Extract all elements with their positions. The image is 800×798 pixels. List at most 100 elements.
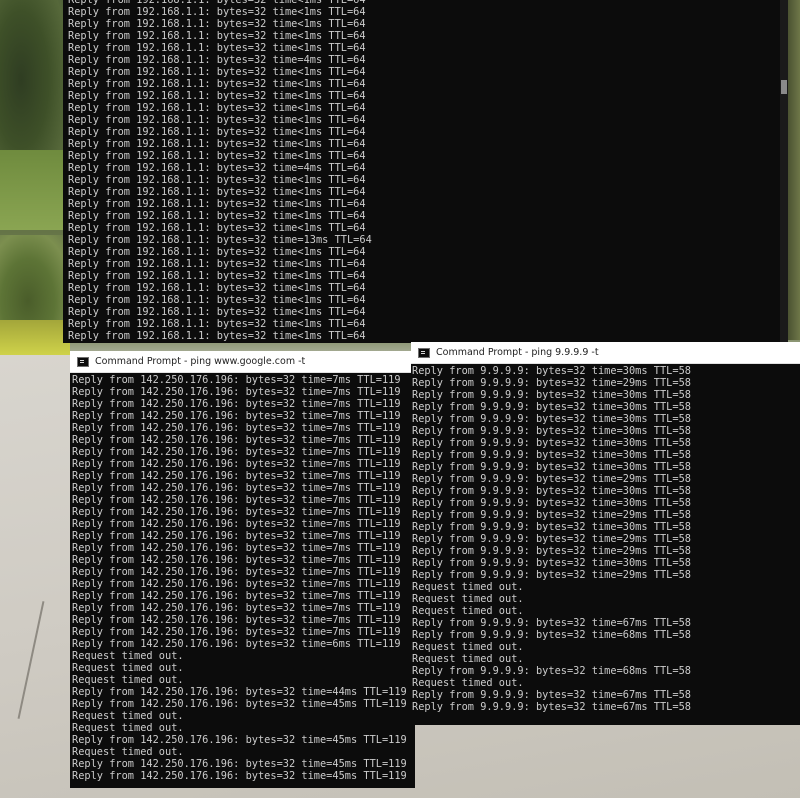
quad9-ping-title: Command Prompt - ping 9.9.9.9 -t <box>436 347 599 358</box>
console-line: Reply from 142.250.176.196: bytes=32 tim… <box>72 638 401 650</box>
console-line: Reply from 192.168.1.1: bytes=32 time<1m… <box>68 18 366 30</box>
console-line: Reply from 192.168.1.1: bytes=32 time<1m… <box>68 186 366 198</box>
console-line: Reply from 192.168.1.1: bytes=32 time<1m… <box>68 126 366 138</box>
console-line: Reply from 142.250.176.196: bytes=32 tim… <box>72 578 401 590</box>
console-line: Reply from 142.250.176.196: bytes=32 tim… <box>72 530 401 542</box>
console-line: Reply from 192.168.1.1: bytes=32 time<1m… <box>68 258 366 270</box>
console-line: Reply from 142.250.176.196: bytes=32 tim… <box>72 686 407 698</box>
console-line: Reply from 9.9.9.9: bytes=32 time=30ms T… <box>412 401 691 413</box>
console-line: Reply from 192.168.1.1: bytes=32 time<1m… <box>68 198 366 210</box>
console-line: Reply from 9.9.9.9: bytes=32 time=30ms T… <box>412 389 691 401</box>
console-line: Reply from 142.250.176.196: bytes=32 tim… <box>72 734 407 746</box>
console-line: Reply from 142.250.176.196: bytes=32 tim… <box>72 410 401 422</box>
console-line: Reply from 9.9.9.9: bytes=32 time=29ms T… <box>412 377 691 389</box>
quad9-ping-window[interactable]: Command Prompt - ping 9.9.9.9 -t Reply f… <box>411 342 800 725</box>
console-line: Reply from 192.168.1.1: bytes=32 time<1m… <box>68 138 366 150</box>
console-line: Reply from 192.168.1.1: bytes=32 time<1m… <box>68 294 366 306</box>
console-line: Reply from 142.250.176.196: bytes=32 tim… <box>72 566 401 578</box>
console-line: Reply from 9.9.9.9: bytes=32 time=30ms T… <box>412 365 691 377</box>
console-line: Request timed out. <box>72 674 184 686</box>
quad9-ping-output: Reply from 9.9.9.9: bytes=32 time=30ms T… <box>412 365 800 713</box>
console-line: Reply from 192.168.1.1: bytes=32 time<1m… <box>68 318 366 330</box>
console-line: Reply from 9.9.9.9: bytes=32 time=30ms T… <box>412 449 691 461</box>
console-line: Reply from 9.9.9.9: bytes=32 time=30ms T… <box>412 521 691 533</box>
console-line: Request timed out. <box>72 662 184 674</box>
console-line: Reply from 192.168.1.1: bytes=32 time<1m… <box>68 282 366 294</box>
console-line: Reply from 192.168.1.1: bytes=32 time<1m… <box>68 114 366 126</box>
console-line: Request timed out. <box>72 650 184 662</box>
console-line: Reply from 9.9.9.9: bytes=32 time=30ms T… <box>412 461 691 473</box>
console-line: Reply from 142.250.176.196: bytes=32 tim… <box>72 458 401 470</box>
console-line: Reply from 192.168.1.1: bytes=32 time<1m… <box>68 246 366 258</box>
wallpaper-right-edge <box>788 0 800 340</box>
console-line: Reply from 192.168.1.1: bytes=32 time=4m… <box>68 54 366 66</box>
console-line: Reply from 192.168.1.1: bytes=32 time=13… <box>68 234 372 246</box>
console-line: Reply from 192.168.1.1: bytes=32 time<1m… <box>68 222 366 234</box>
console-line: Reply from 9.9.9.9: bytes=32 time=29ms T… <box>412 533 691 545</box>
console-line: Request timed out. <box>412 605 524 617</box>
console-line: Reply from 142.250.176.196: bytes=32 tim… <box>72 446 401 458</box>
quad9-ping-body[interactable]: Reply from 9.9.9.9: bytes=32 time=30ms T… <box>411 364 800 725</box>
console-line: Reply from 192.168.1.1: bytes=32 time<1m… <box>68 174 366 186</box>
console-line: Request timed out. <box>412 653 524 665</box>
console-line: Reply from 9.9.9.9: bytes=32 time=68ms T… <box>412 629 691 641</box>
console-line: Reply from 142.250.176.196: bytes=32 tim… <box>72 542 401 554</box>
console-line: Reply from 9.9.9.9: bytes=32 time=29ms T… <box>412 545 691 557</box>
router-ping-output: Reply from 192.168.1.1: bytes=32 time<1m… <box>68 0 788 342</box>
console-line: Reply from 142.250.176.196: bytes=32 tim… <box>72 422 401 434</box>
console-line: Reply from 142.250.176.196: bytes=32 tim… <box>72 374 401 386</box>
console-line: Reply from 142.250.176.196: bytes=32 tim… <box>72 434 401 446</box>
console-line: Reply from 142.250.176.196: bytes=32 tim… <box>72 518 401 530</box>
router-ping-scrollbar-thumb[interactable] <box>781 80 787 94</box>
console-line: Reply from 142.250.176.196: bytes=32 tim… <box>72 590 401 602</box>
console-line: Reply from 142.250.176.196: bytes=32 tim… <box>72 470 401 482</box>
console-line: Reply from 142.250.176.196: bytes=32 tim… <box>72 482 401 494</box>
console-line: Reply from 9.9.9.9: bytes=32 time=67ms T… <box>412 689 691 701</box>
quad9-ping-titlebar[interactable]: Command Prompt - ping 9.9.9.9 -t <box>411 342 800 364</box>
wallpaper-flowers <box>0 320 70 355</box>
console-line: Request timed out. <box>412 581 524 593</box>
console-line: Reply from 192.168.1.1: bytes=32 time<1m… <box>68 78 366 90</box>
console-line: Reply from 142.250.176.196: bytes=32 tim… <box>72 698 407 710</box>
console-line: Reply from 192.168.1.1: bytes=32 time<1m… <box>68 270 366 282</box>
console-line: Request timed out. <box>72 710 184 722</box>
router-ping-scrollbar[interactable] <box>780 0 788 343</box>
console-line: Reply from 9.9.9.9: bytes=32 time=30ms T… <box>412 425 691 437</box>
console-line: Reply from 192.168.1.1: bytes=32 time<1m… <box>68 306 366 318</box>
console-line: Reply from 9.9.9.9: bytes=32 time=29ms T… <box>412 509 691 521</box>
console-line: Reply from 9.9.9.9: bytes=32 time=30ms T… <box>412 557 691 569</box>
google-ping-output: Reply from 142.250.176.196: bytes=32 tim… <box>72 374 415 782</box>
console-line: Reply from 142.250.176.196: bytes=32 tim… <box>72 386 401 398</box>
console-line: Reply from 192.168.1.1: bytes=32 time<1m… <box>68 330 366 342</box>
console-line: Reply from 9.9.9.9: bytes=32 time=67ms T… <box>412 701 691 713</box>
console-line: Reply from 192.168.1.1: bytes=32 time<1m… <box>68 66 366 78</box>
console-line: Reply from 142.250.176.196: bytes=32 tim… <box>72 506 401 518</box>
console-line: Reply from 142.250.176.196: bytes=32 tim… <box>72 494 401 506</box>
console-line: Reply from 9.9.9.9: bytes=32 time=30ms T… <box>412 413 691 425</box>
command-prompt-icon <box>77 356 89 367</box>
command-prompt-icon <box>418 347 430 358</box>
console-line: Reply from 9.9.9.9: bytes=32 time=30ms T… <box>412 497 691 509</box>
console-line: Reply from 192.168.1.1: bytes=32 time<1m… <box>68 102 366 114</box>
console-line: Reply from 142.250.176.196: bytes=32 tim… <box>72 626 401 638</box>
console-line: Request timed out. <box>72 746 184 758</box>
console-line: Request timed out. <box>412 677 524 689</box>
console-line: Reply from 192.168.1.1: bytes=32 time<1m… <box>68 42 366 54</box>
console-line: Request timed out. <box>412 641 524 653</box>
google-ping-body[interactable]: Reply from 142.250.176.196: bytes=32 tim… <box>70 373 415 788</box>
console-line: Request timed out. <box>412 593 524 605</box>
console-line: Reply from 192.168.1.1: bytes=32 time<1m… <box>68 6 366 18</box>
google-ping-title: Command Prompt - ping www.google.com -t <box>95 356 306 367</box>
google-ping-titlebar[interactable]: Command Prompt - ping www.google.com -t <box>70 351 415 373</box>
wallpaper-lawn <box>0 150 70 230</box>
google-ping-window[interactable]: Command Prompt - ping www.google.com -t … <box>70 351 415 788</box>
console-line: Reply from 142.250.176.196: bytes=32 tim… <box>72 770 407 782</box>
router-ping-window[interactable]: Reply from 192.168.1.1: bytes=32 time<1m… <box>63 0 788 343</box>
console-line: Reply from 142.250.176.196: bytes=32 tim… <box>72 602 401 614</box>
console-line: Reply from 9.9.9.9: bytes=32 time=67ms T… <box>412 617 691 629</box>
console-line: Reply from 9.9.9.9: bytes=32 time=68ms T… <box>412 665 691 677</box>
console-line: Reply from 192.168.1.1: bytes=32 time<1m… <box>68 90 366 102</box>
console-line: Reply from 192.168.1.1: bytes=32 time<1m… <box>68 150 366 162</box>
console-line: Reply from 192.168.1.1: bytes=32 time=4m… <box>68 162 366 174</box>
console-line: Reply from 142.250.176.196: bytes=32 tim… <box>72 758 407 770</box>
